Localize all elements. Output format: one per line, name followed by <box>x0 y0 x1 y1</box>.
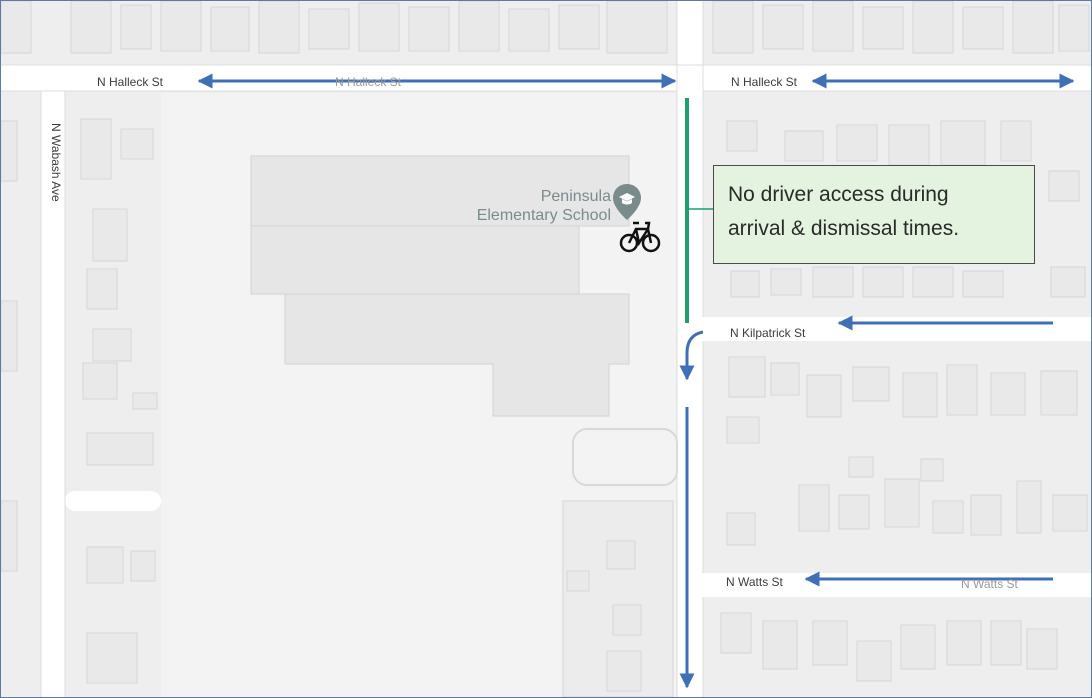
street-label-halleck-west-faint: N Halleck St <box>335 75 402 89</box>
school-name-label[interactable]: Peninsula Elementary School <box>441 187 611 225</box>
street-label-wabash: N Wabash Ave <box>49 123 63 202</box>
street-label-watts-faint: N Watts St <box>961 577 1018 591</box>
no-driver-access-callout: No driver access during arrival & dismis… <box>713 165 1035 264</box>
map-canvas[interactable] <box>1 1 1091 697</box>
street-label-halleck-east: N Halleck St <box>731 75 798 89</box>
street-label-halleck-west: N Halleck St <box>97 75 164 89</box>
map-frame[interactable]: N Halleck St N Halleck St N Halleck St N… <box>0 0 1092 698</box>
road-cul-de-sac <box>65 491 161 511</box>
street-label-kilpatrick: N Kilpatrick St <box>730 326 806 340</box>
road-halleck <box>1 65 1091 91</box>
street-label-watts: N Watts St <box>726 575 783 589</box>
